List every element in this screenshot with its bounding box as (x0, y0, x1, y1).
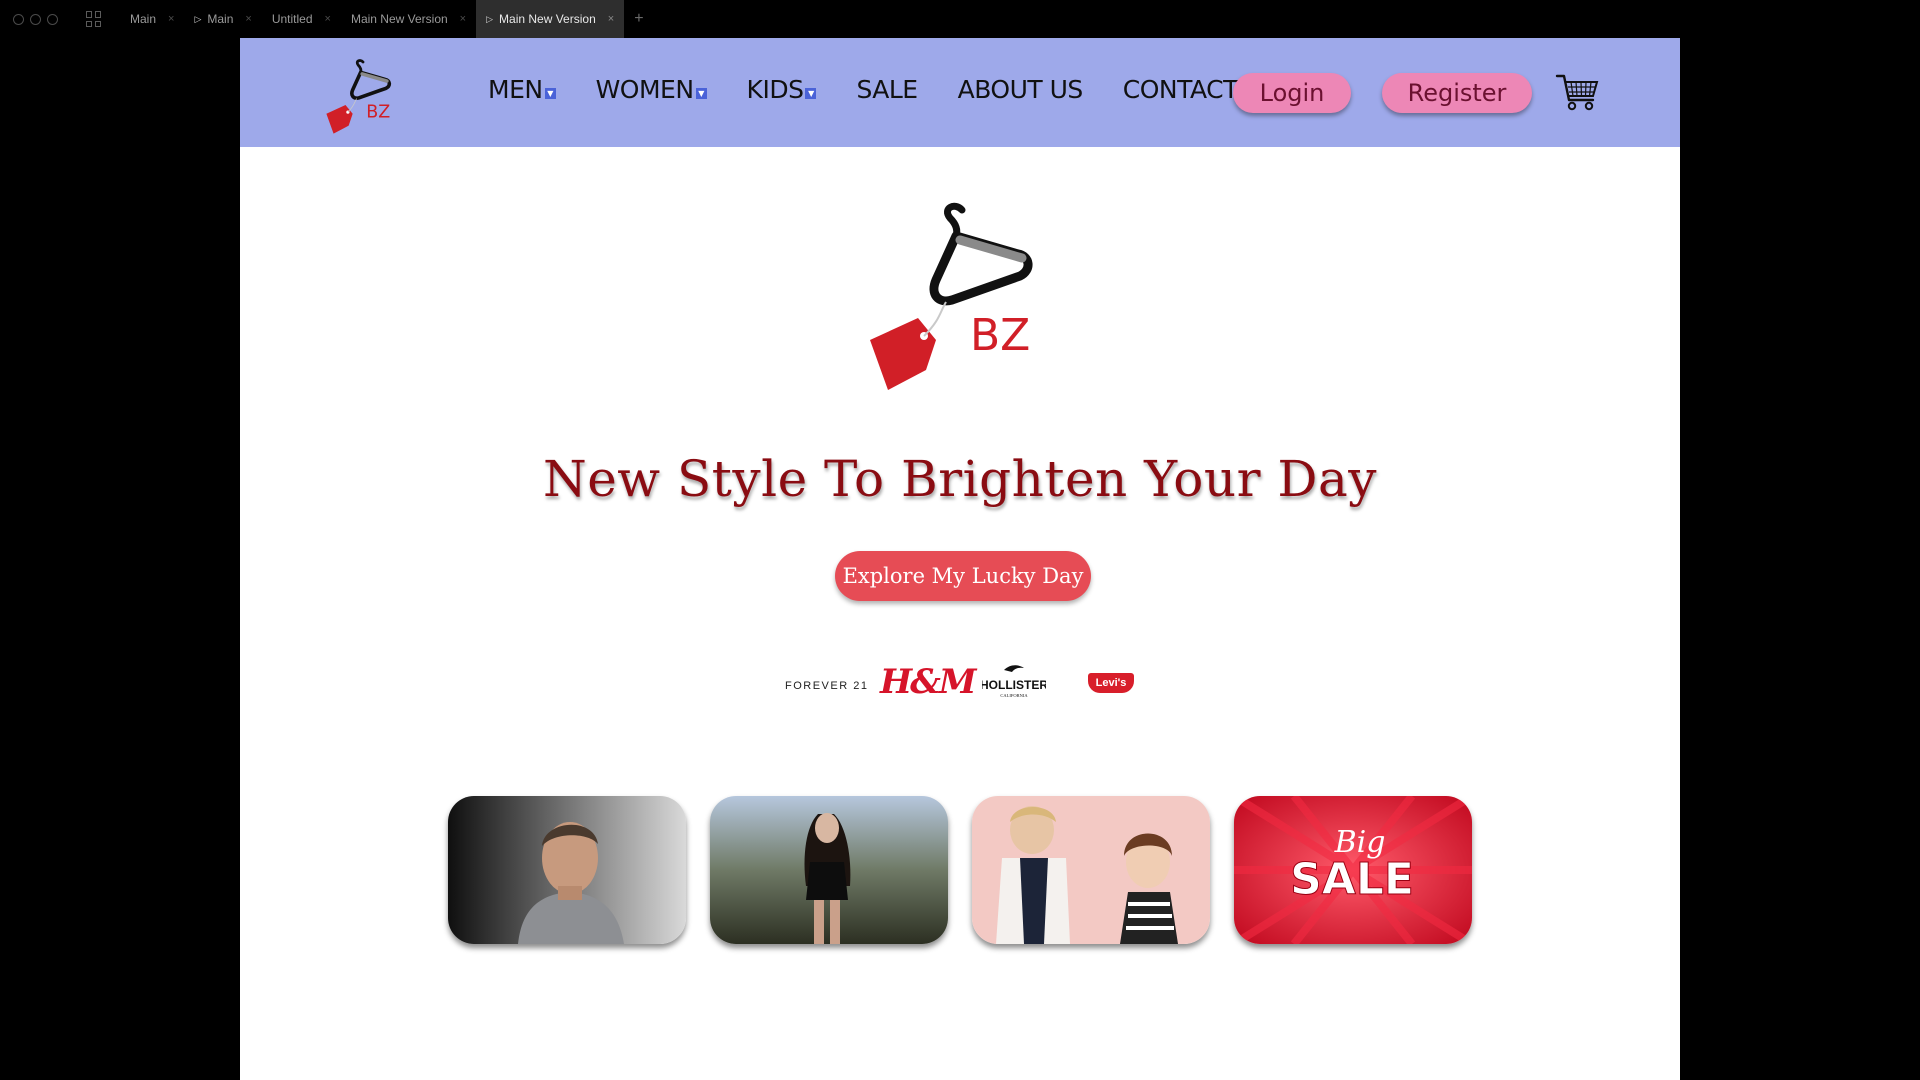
chevron-down-icon[interactable]: ▼ (805, 88, 817, 99)
woman-portrait-image (710, 796, 948, 944)
nav-item-label: SALE (856, 75, 918, 104)
nav-item-label: ABOUT US (957, 75, 1084, 104)
men-category-card[interactable] (448, 796, 686, 944)
hero-headline: New Style To Brighten Your Day (542, 450, 1378, 508)
new-tab-button[interactable]: + (634, 0, 643, 38)
editor-tab-bar: Main × ▷ Main × Untitled × Main New Version × ▷ Ma… (0, 0, 1920, 38)
hm-logo: H&M (880, 662, 976, 702)
document-tabs: Main × ▷ Main × Untitled × Main New Version × ▷ Ma… (120, 0, 625, 38)
nav-item-contact[interactable]: CONTACT (1122, 75, 1239, 104)
grid-view-icon[interactable] (86, 11, 102, 27)
editor-tab[interactable]: Main New Version × (341, 0, 476, 38)
window-close-button[interactable] (13, 13, 24, 25)
hollister-subtext: CALIFORNIA (1000, 693, 1028, 698)
brand-logo-small[interactable]: BZ (322, 58, 408, 140)
tab-label: Main (207, 12, 234, 26)
tab-label: Untitled (271, 12, 313, 26)
artboard: BZ MEN ▼ WOMEN ▼ KIDS ▼ SALE ABOUT US CONTACT Lo… (240, 38, 1680, 1080)
nav-item-label: CONTACT (1122, 75, 1239, 104)
close-tab-icon[interactable]: × (608, 13, 614, 25)
nav-item-about-us[interactable]: ABOUT US (957, 75, 1084, 104)
nav-item-women[interactable]: WOMEN ▼ (596, 75, 707, 104)
tab-label: Main New Version (499, 12, 596, 26)
window-minimize-button[interactable] (30, 13, 41, 25)
login-button[interactable]: Login (1233, 73, 1351, 113)
big-sale-banner-image: Big SALE (1234, 796, 1472, 944)
editor-tab[interactable]: ▷ Main New Version × (476, 0, 625, 38)
brand-strip: FOREVER 21 H&M HOLLISTER CALIFORNIA Levi… (240, 648, 1680, 718)
editor-tab[interactable]: ▷ Main × (184, 0, 261, 38)
register-button[interactable]: Register (1382, 73, 1532, 113)
window-zoom-button[interactable] (47, 13, 58, 25)
category-cards: Big SALE (448, 796, 1472, 944)
play-icon: ▷ (194, 13, 202, 24)
forever21-logo: FOREVER 21 (785, 680, 869, 692)
nav-item-label: WOMEN (595, 75, 694, 104)
price-tag-icon (326, 98, 357, 134)
brand-logo-large: BZ (870, 202, 1033, 390)
hanger-icon (350, 59, 392, 100)
close-tab-icon[interactable]: × (245, 13, 251, 25)
levis-logo: Levi's (1088, 673, 1134, 693)
nav-item-kids[interactable]: KIDS ▼ (747, 75, 817, 104)
tab-label: Main New Version (350, 12, 448, 26)
site-header: BZ MEN ▼ WOMEN ▼ KIDS ▼ SALE ABOUT US CONTACT Lo… (240, 38, 1680, 147)
play-icon: ▷ (486, 13, 494, 24)
tab-label: Main (130, 12, 157, 26)
logo-text: BZ (366, 103, 390, 123)
price-tag-icon (870, 301, 947, 390)
kids-portrait-image (972, 796, 1210, 944)
chevron-down-icon[interactable]: ▼ (544, 88, 556, 99)
hollister-logo: HOLLISTER CALIFORNIA (982, 665, 1046, 698)
close-tab-icon[interactable]: × (168, 13, 174, 25)
sale-category-card[interactable]: Big SALE (1234, 796, 1472, 944)
sale-text-bottom: SALE (1290, 854, 1414, 905)
logo-text: BZ (970, 310, 1030, 361)
nav-item-label: MEN (488, 75, 543, 104)
editor-tab[interactable]: Main × (120, 0, 184, 38)
shopping-cart-icon[interactable] (1555, 72, 1599, 112)
close-tab-icon[interactable]: × (460, 13, 466, 25)
man-portrait-image (448, 796, 686, 944)
window-controls (13, 13, 58, 25)
hollister-text: HOLLISTER (982, 678, 1046, 692)
main-nav: MEN ▼ WOMEN ▼ KIDS ▼ SALE ABOUT US CONTACT (488, 75, 1278, 104)
kids-category-card[interactable] (972, 796, 1210, 944)
close-tab-icon[interactable]: × (325, 13, 331, 25)
chevron-down-icon[interactable]: ▼ (695, 88, 707, 99)
explore-button[interactable]: Explore My Lucky Day (835, 551, 1091, 601)
hanger-icon (929, 202, 1033, 306)
women-category-card[interactable] (710, 796, 948, 944)
nav-item-sale[interactable]: SALE (856, 75, 918, 104)
nav-item-men[interactable]: MEN ▼ (488, 75, 556, 104)
nav-item-label: KIDS (746, 75, 804, 104)
editor-tab[interactable]: Untitled × (262, 0, 341, 38)
